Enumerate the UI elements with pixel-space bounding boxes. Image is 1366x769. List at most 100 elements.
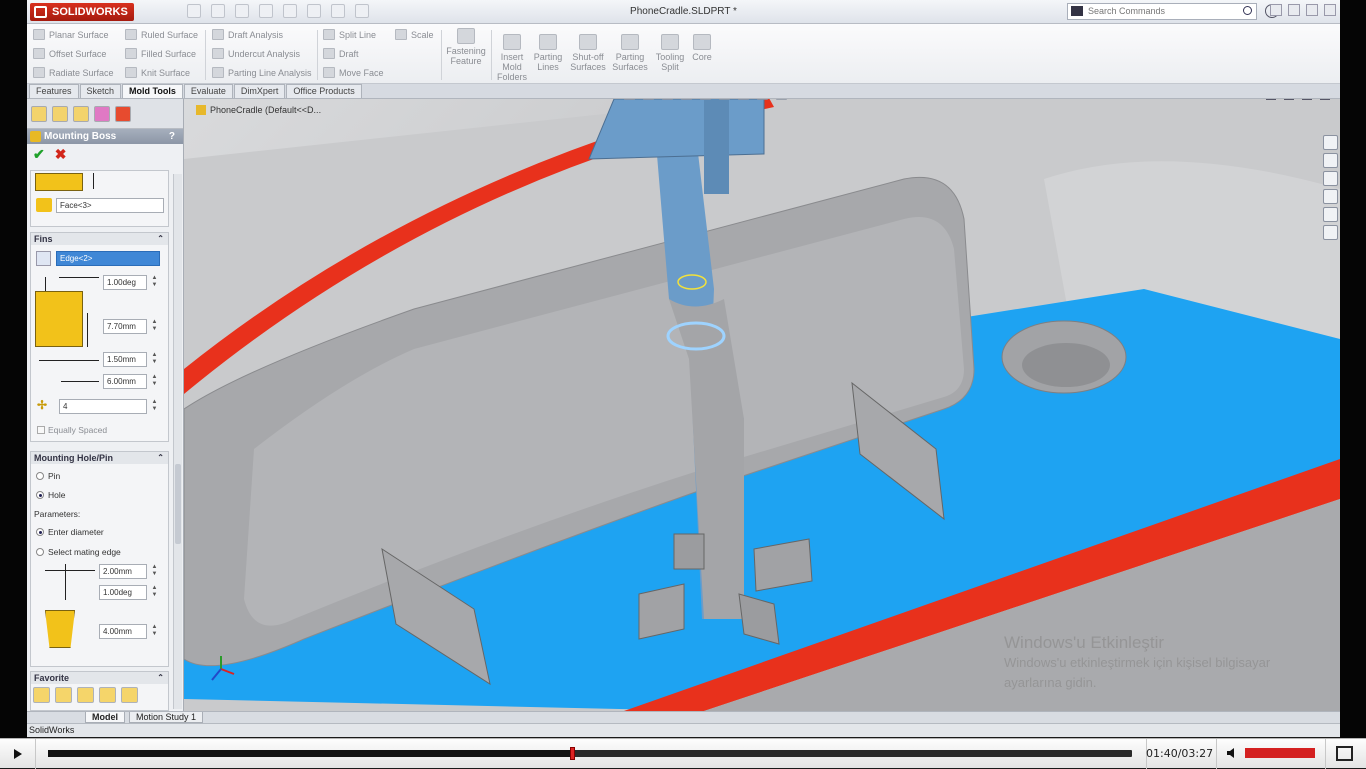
- display-manager-icon[interactable]: [115, 106, 131, 122]
- restore-icon[interactable]: [1288, 4, 1300, 16]
- feature-tree-flyout[interactable]: PhoneCradle (Default<<D...: [196, 105, 321, 115]
- fin-count-input[interactable]: 4: [59, 399, 147, 414]
- draft-analysis-button[interactable]: Draft Analysis: [212, 28, 312, 41]
- favorite-add-icon[interactable]: [55, 687, 72, 703]
- model-render[interactable]: [184, 99, 1340, 711]
- planar-surface-button[interactable]: Planar Surface: [33, 28, 114, 41]
- hole-draft-input[interactable]: 1.00deg: [99, 585, 147, 600]
- parting-line-analysis-button[interactable]: Parting Line Analysis: [212, 66, 312, 79]
- scroll-thumb[interactable]: [175, 464, 181, 544]
- volume-icon[interactable]: [1226, 746, 1240, 760]
- section-view-icon[interactable]: [681, 99, 692, 100]
- fin-width-spinner[interactable]: ▲ ▼: [151, 352, 158, 366]
- fins-header[interactable]: Fins ⌃: [31, 233, 168, 245]
- offset-surface-button[interactable]: Offset Surface: [33, 47, 114, 60]
- core-button[interactable]: Core: [681, 34, 723, 62]
- favorite-delete-icon[interactable]: [77, 687, 94, 703]
- tab-mold-tools[interactable]: Mold Tools: [122, 84, 183, 98]
- collapse-icon[interactable]: ⌃: [157, 672, 164, 684]
- viewport-close-icon[interactable]: [1320, 99, 1330, 100]
- hole-depth-input[interactable]: 4.00mm: [99, 624, 147, 639]
- fin-height-spinner[interactable]: ▲ ▼: [151, 319, 158, 333]
- zoom-area-icon[interactable]: [643, 99, 654, 100]
- search-commands-input[interactable]: Search Commands: [1067, 3, 1257, 20]
- volume-slider[interactable]: [1245, 748, 1315, 758]
- filled-surface-button[interactable]: Filled Surface: [125, 47, 198, 60]
- move-face-button[interactable]: Move Face: [323, 66, 384, 79]
- viewport-maximize-icon[interactable]: [1302, 99, 1312, 100]
- seek-handle[interactable]: [569, 747, 575, 760]
- resources-icon[interactable]: [1323, 135, 1338, 150]
- tab-sketch[interactable]: Sketch: [79, 84, 122, 98]
- hole-radio[interactable]: [36, 491, 44, 499]
- pin-radio[interactable]: [36, 472, 44, 480]
- scale-button[interactable]: Scale: [395, 28, 434, 41]
- face-selection-field[interactable]: Face<3>: [56, 198, 164, 213]
- tab-dimxpert[interactable]: DimXpert: [233, 84, 286, 98]
- help-button[interactable]: ?: [169, 129, 175, 144]
- play-button[interactable]: [6, 745, 28, 763]
- mounting-hole-pin-header[interactable]: Mounting Hole/Pin ⌃: [31, 452, 168, 464]
- equally-spaced-checkbox[interactable]: [37, 426, 45, 434]
- fastening-feature-button[interactable]: Fastening Feature: [445, 28, 487, 66]
- undercut-analysis-button[interactable]: Undercut Analysis: [212, 47, 312, 60]
- fullscreen-icon[interactable]: [1336, 746, 1353, 761]
- hole-depth-spinner[interactable]: ▲ ▼: [151, 624, 158, 638]
- collapse-icon[interactable]: ⌃: [157, 233, 164, 245]
- property-manager-icon[interactable]: [52, 106, 68, 122]
- fin-draft-spinner[interactable]: ▲ ▼: [151, 275, 158, 289]
- draft-button[interactable]: Draft: [323, 47, 384, 60]
- collapse-icon[interactable]: ⌃: [157, 452, 164, 464]
- favorite-header[interactable]: Favorite ⌃: [31, 672, 168, 684]
- hole-diameter-input[interactable]: 2.00mm: [99, 564, 147, 579]
- tab-motion-study[interactable]: Motion Study 1: [129, 712, 204, 723]
- hide-show-icon[interactable]: [738, 99, 749, 100]
- cancel-button[interactable]: ✖: [55, 147, 67, 162]
- hole-diameter-spinner[interactable]: ▲ ▼: [151, 564, 158, 578]
- fin-count-spinner[interactable]: ▲ ▼: [151, 399, 158, 413]
- edge-selection-field[interactable]: Edge<2>: [56, 251, 160, 266]
- hole-draft-spinner[interactable]: ▲ ▼: [151, 585, 158, 599]
- graphics-area[interactable]: PhoneCradle (Default<<D... Windows'u Etk…: [184, 99, 1340, 711]
- previous-view-icon[interactable]: [662, 99, 673, 100]
- display-style-icon[interactable]: [719, 99, 730, 100]
- tab-features[interactable]: Features: [29, 84, 79, 98]
- design-library-icon[interactable]: [1323, 153, 1338, 168]
- knit-surface-button[interactable]: Knit Surface: [125, 66, 198, 79]
- viewport-restore-icon[interactable]: [1266, 99, 1276, 100]
- scene-icon[interactable]: [776, 99, 787, 100]
- maximize-icon[interactable]: [1306, 4, 1318, 16]
- tab-evaluate[interactable]: Evaluate: [183, 84, 233, 98]
- favorite-load-icon[interactable]: [121, 687, 138, 703]
- fin-length-spinner[interactable]: ▲ ▼: [151, 374, 158, 388]
- panel-scrollbar[interactable]: [173, 174, 182, 709]
- appearances-icon[interactable]: [1323, 207, 1338, 222]
- fin-length-input[interactable]: 6.00mm: [103, 374, 147, 389]
- radiate-surface-button[interactable]: Radiate Surface: [33, 66, 114, 79]
- parting-surfaces-button[interactable]: Parting Surfaces: [609, 34, 651, 72]
- split-line-button[interactable]: Split Line: [323, 28, 384, 41]
- favorite-apply-icon[interactable]: [33, 687, 50, 703]
- search-type-icon[interactable]: [1071, 6, 1083, 16]
- custom-properties-icon[interactable]: [1323, 225, 1338, 240]
- tab-office-products[interactable]: Office Products: [286, 84, 362, 98]
- appearance-icon[interactable]: [757, 99, 768, 100]
- dimxpert-manager-icon[interactable]: [94, 106, 110, 122]
- close-icon[interactable]: [1324, 4, 1336, 16]
- zoom-fit-icon[interactable]: [624, 99, 635, 100]
- select-mating-edge-radio[interactable]: [36, 548, 44, 556]
- tab-model[interactable]: Model: [85, 712, 125, 723]
- configuration-manager-icon[interactable]: [73, 106, 89, 122]
- enter-diameter-radio[interactable]: [36, 528, 44, 536]
- view-orientation-icon[interactable]: [700, 99, 711, 100]
- ruled-surface-button[interactable]: Ruled Surface: [125, 28, 198, 41]
- favorite-save-icon[interactable]: [99, 687, 116, 703]
- search-icon[interactable]: [1243, 6, 1252, 15]
- fin-width-input[interactable]: 1.50mm: [103, 352, 147, 367]
- minimize-icon[interactable]: [1270, 4, 1282, 16]
- fin-draft-input[interactable]: 1.00deg: [103, 275, 147, 290]
- viewport-tile-icon[interactable]: [1284, 99, 1294, 100]
- shut-off-surfaces-button[interactable]: Shut-off Surfaces: [567, 34, 609, 72]
- fin-height-input[interactable]: 7.70mm: [103, 319, 147, 334]
- file-explorer-icon[interactable]: [1323, 171, 1338, 186]
